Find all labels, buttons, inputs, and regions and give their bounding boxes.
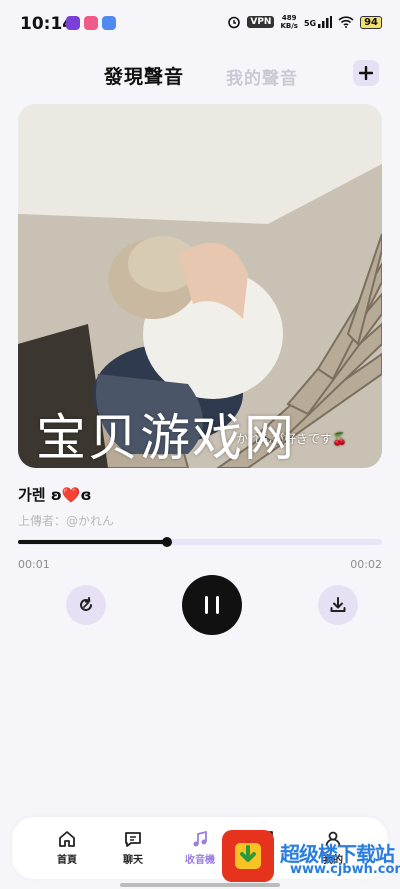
uploader-label[interactable]: 上傳者：@かれん <box>18 512 114 529</box>
add-button[interactable] <box>353 60 379 86</box>
vpn-badge: VPN <box>247 16 275 28</box>
progress-thumb[interactable] <box>162 537 173 547</box>
home-icon <box>59 831 75 847</box>
signal-indicator: 5G <box>303 16 333 28</box>
pause-icon <box>205 596 219 614</box>
plus-icon <box>359 66 373 80</box>
total-time: 00:02 <box>350 558 382 571</box>
tab-my-sounds[interactable]: 我的聲音 <box>226 64 298 89</box>
download-button[interactable] <box>318 585 358 625</box>
status-indicators: VPN 489 KB/s 5G 94 <box>227 14 382 30</box>
pause-button[interactable] <box>182 575 242 635</box>
nav-item-radio[interactable]: 收音機 <box>172 829 228 866</box>
tab-discover-sounds[interactable]: 發現聲音 <box>104 62 184 89</box>
music-note-icon <box>193 830 207 847</box>
watermark-logo <box>222 830 274 882</box>
header: 發現聲音 我的聲音 <box>0 58 400 94</box>
status-bar: 10:14 VPN 489 KB/s 5G 94 <box>0 0 400 48</box>
download-icon <box>330 597 346 612</box>
nav-item-home[interactable]: 首頁 <box>39 829 95 866</box>
net-speed-unit: KB/s <box>280 22 298 30</box>
battery-indicator: 94 <box>360 15 382 29</box>
repost-button[interactable] <box>66 585 106 625</box>
song-title: 가렌 ʚ❤️ɞ <box>18 486 92 504</box>
nav-label-chat: 聊天 <box>123 855 143 866</box>
nav-label-radio: 收音機 <box>185 855 215 866</box>
net-speed-value: 489 <box>281 14 297 22</box>
home-indicator <box>120 883 280 887</box>
repost-icon <box>80 597 92 611</box>
net-speed: 489 KB/s <box>280 14 297 30</box>
chat-icon <box>125 832 141 847</box>
app-notification-icon <box>102 16 116 30</box>
progress-bar[interactable] <box>18 537 382 547</box>
signal-icon <box>318 16 333 28</box>
signal-label: 5G <box>303 19 317 28</box>
nav-item-chat[interactable]: 聊天 <box>105 829 161 866</box>
notification-icons <box>66 16 116 30</box>
app-notification-icon <box>84 16 98 30</box>
watermark-overlay-text: 宝贝游戏网 <box>36 409 296 467</box>
download-arrow-logo-icon <box>235 843 261 869</box>
watermark-site-url: www.cjbwh.com <box>290 862 400 877</box>
progress-fill <box>18 540 168 544</box>
nav-label-home: 首頁 <box>57 855 77 866</box>
alarm-icon <box>228 16 241 29</box>
app-notification-icon <box>66 16 80 30</box>
current-time: 00:01 <box>18 558 50 571</box>
wifi-icon <box>338 16 354 28</box>
